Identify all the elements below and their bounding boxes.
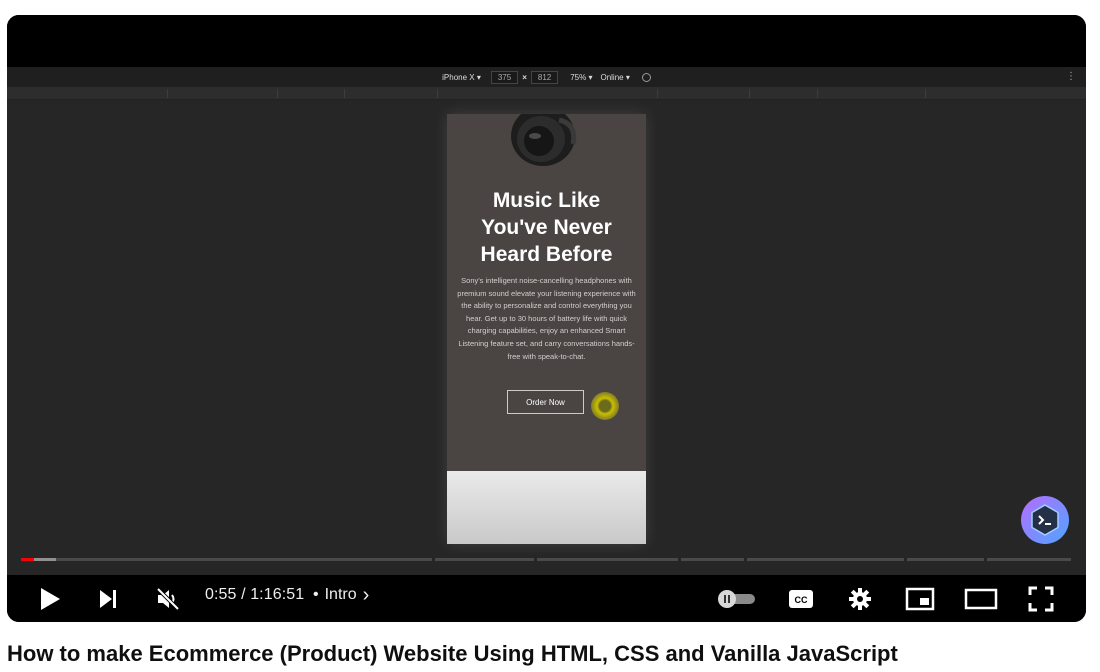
devtools-device-toolbar: iPhone X ▾ 375 × 812 75% ▾ Online ▾ ⋮ (7, 67, 1086, 87)
video-title: How to make Ecommerce (Product) Website … (7, 641, 898, 666)
theater-mode-button[interactable] (962, 586, 1000, 612)
hero-description: Sony's intelligent noise-cancelling head… (457, 276, 636, 361)
viewport-height: 812 (530, 70, 559, 84)
duration: 1:16:51 (250, 586, 305, 603)
zoom-selector: 75% ▾ (570, 72, 593, 82)
order-now-button: Order Now (507, 390, 584, 414)
time-separator: / (241, 586, 246, 603)
chapter-marker (744, 558, 747, 561)
video-frame[interactable]: iPhone X ▾ 375 × 812 75% ▾ Online ▾ ⋮ Mu… (7, 15, 1086, 575)
miniplayer-icon (905, 587, 935, 611)
chapter-marker (904, 558, 907, 561)
channel-watermark-icon[interactable] (1021, 496, 1069, 544)
terminal-hexagon-icon (1031, 504, 1059, 536)
mobile-preview: Music Like You've Never Heard Before Son… (447, 114, 646, 544)
chapter-button[interactable]: • Intro › (313, 584, 370, 606)
current-time: 0:55 (205, 586, 237, 603)
chapter-marker (432, 558, 435, 561)
progress-bar[interactable] (21, 558, 1071, 561)
mute-button[interactable] (153, 584, 183, 614)
chapter-marker (678, 558, 681, 561)
next-button[interactable] (93, 584, 123, 614)
player-controls: 0:55 / 1:16:51 • Intro › CC (7, 575, 1086, 622)
device-selector: iPhone X ▾ (442, 72, 481, 82)
autoplay-toggle[interactable] (713, 586, 759, 612)
fullscreen-button[interactable] (1025, 584, 1057, 614)
chapter-marker (534, 558, 537, 561)
rotate-icon (641, 72, 651, 82)
media-query-ruler (7, 87, 1086, 100)
headline-line-3: Heard Before (480, 243, 613, 266)
svg-text:CC: CC (795, 595, 808, 605)
muted-volume-icon (156, 587, 180, 611)
autoplay-toggle-icon (718, 590, 755, 608)
play-button[interactable] (35, 584, 65, 614)
chapter-marker (984, 558, 987, 561)
next-section-preview (447, 471, 646, 544)
more-options-icon: ⋮ (1066, 71, 1076, 82)
hero-headline: Music Like You've Never Heard Before (447, 187, 646, 268)
closed-captions-icon: CC (789, 590, 813, 608)
closed-captions-button[interactable]: CC (785, 586, 817, 612)
theater-mode-icon (964, 588, 998, 610)
dimension-separator: × (522, 72, 527, 82)
settings-button[interactable] (845, 586, 875, 612)
play-icon (41, 588, 60, 610)
viewport-width: 375 (490, 70, 519, 84)
fullscreen-icon (1028, 586, 1054, 612)
miniplayer-button[interactable] (903, 586, 937, 612)
hero-section: Music Like You've Never Heard Before Son… (447, 114, 646, 471)
settings-gear-icon (849, 588, 871, 610)
headphones-image (511, 114, 577, 166)
video-player[interactable]: iPhone X ▾ 375 × 812 75% ▾ Online ▾ ⋮ Mu… (7, 15, 1086, 622)
next-icon (100, 590, 116, 608)
cursor-highlight-icon (591, 392, 619, 420)
network-selector: Online ▾ (600, 72, 630, 82)
progress-played (21, 558, 34, 561)
progress-buffered (33, 558, 56, 561)
chevron-right-icon: › (362, 584, 370, 606)
time-display: 0:55 / 1:16:51 (205, 586, 304, 604)
video-letterbox (7, 15, 1086, 67)
headline-line-2: You've Never (481, 216, 612, 239)
chapter-bullet: • (313, 586, 319, 603)
headline-line-1: Music Like (492, 189, 601, 212)
chapter-title: Intro (324, 586, 357, 603)
